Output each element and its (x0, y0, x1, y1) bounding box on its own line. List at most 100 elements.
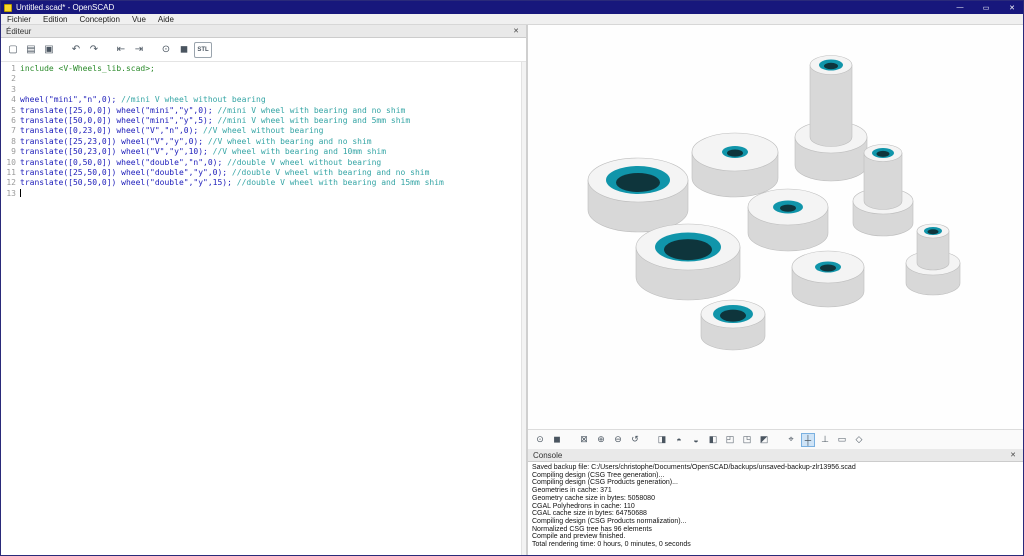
editor-toolbar: ▢▤▣ ↶↷ ⇤⇥ ⊙◼STL (1, 38, 526, 62)
diagonal-view-icon[interactable]: ◩ (757, 433, 771, 447)
line-number: 13 (1, 189, 16, 199)
code-line[interactable]: translate([25,0,0]) wheel("mini","y",0);… (20, 106, 526, 116)
maximize-button[interactable]: ▭ (975, 1, 997, 14)
code-token-comment: //double V wheel with bearing and no shi… (232, 168, 429, 177)
console-log[interactable]: Saved backup file: C:/Users/christophe/D… (528, 462, 1023, 555)
line-number: 8 (1, 137, 16, 147)
code-line[interactable]: translate([0,50,0]) wheel("double","n",0… (20, 158, 526, 168)
line-number: 11 (1, 168, 16, 178)
front-view-icon[interactable]: ◰ (723, 433, 737, 447)
zoom-out-icon[interactable]: ⊖ (611, 433, 625, 447)
left-view-icon[interactable]: ◧ (706, 433, 720, 447)
menu-edition[interactable]: Edition (37, 14, 73, 24)
code-line[interactable]: include <V-Wheels_lib.scad>; (20, 64, 526, 74)
code-line[interactable]: translate([50,23,0]) wheel("V","y",10); … (20, 147, 526, 157)
scale-markers-icon[interactable]: ⊥ (818, 433, 832, 447)
center-view-icon[interactable]: ⌖ (784, 433, 798, 447)
menu-fichier[interactable]: Fichier (1, 14, 37, 24)
indent-icon[interactable]: ⇥ (131, 42, 147, 58)
code-token-comment: //V wheel with bearing and 10mm shim (213, 147, 386, 156)
undo-icon[interactable]: ↶ (68, 42, 84, 58)
render-icon[interactable]: ◼ (176, 42, 192, 58)
console-line: Normalized CSG tree has 96 elements (532, 526, 1019, 534)
reset-view-icon[interactable]: ↺ (628, 433, 642, 447)
code-line[interactable] (20, 85, 526, 95)
open-file-icon[interactable]: ▤ (23, 42, 39, 58)
line-number: 2 (1, 74, 16, 84)
code-token-code: translate([50,0,0]) wheel("mini","y",5); (20, 116, 217, 125)
code-lines[interactable]: include <V-Wheels_lib.scad>; wheel("mini"… (20, 64, 526, 555)
view-all-icon[interactable]: ⊠ (577, 433, 591, 447)
code-line[interactable]: translate([50,0,0]) wheel("mini","y",5);… (20, 116, 526, 126)
code-token-code: translate([25,50,0]) wheel("double","y",… (20, 168, 232, 177)
code-token-code: translate([50,23,0]) wheel("V","y",10); (20, 147, 213, 156)
code-line[interactable]: translate([0,23,0]) wheel("V","n",0); //… (20, 126, 526, 136)
viewport-svg[interactable] (528, 25, 1023, 429)
console-line: Compiling design (CSG Products generatio… (532, 479, 1019, 487)
export-stl-icon[interactable]: STL (194, 42, 212, 58)
axes-icon[interactable]: ┼ (801, 433, 815, 447)
orthogonal-icon[interactable]: ▭ (835, 433, 849, 447)
zoom-in-icon[interactable]: ⊕ (594, 433, 608, 447)
line-number: 4 (1, 95, 16, 105)
editor-panel-title: Éditeur (6, 27, 31, 36)
code-line[interactable]: translate([25,23,0]) wheel("V","y",0); /… (20, 137, 526, 147)
code-token-comment: //mini V wheel without bearing (121, 95, 266, 104)
menu-conception[interactable]: Conception (73, 14, 125, 24)
console-line: Total rendering time: 0 hours, 0 minutes… (532, 541, 1019, 549)
line-number: 1 (1, 64, 16, 74)
editor-panel: Éditeur ✕ ▢▤▣↶↷⇤⇥⊙◼STL 12345678910111213… (1, 25, 528, 555)
code-token-code: translate([25,0,0]) wheel("mini","y",0); (20, 106, 217, 115)
wheel-mini-with-bearing (692, 133, 778, 197)
preview-icon[interactable]: ⊙ (158, 42, 174, 58)
menu-aide[interactable]: Aide (152, 14, 180, 24)
code-token-code: translate([0,50,0]) wheel("double","n",0… (20, 158, 227, 167)
editor-scrollbar[interactable] (521, 62, 526, 555)
viewport-3d[interactable] (528, 25, 1023, 429)
console-panel-title: Console (533, 451, 562, 460)
render-icon[interactable]: ◼ (550, 433, 564, 447)
code-token-include: include <V-Wheels_lib.scad>; (20, 64, 155, 73)
titlebar: Untitled.scad* - OpenSCAD — ▭ ✕ (1, 1, 1023, 14)
code-line[interactable] (20, 74, 526, 84)
code-line[interactable]: translate([50,50,0]) wheel("double","y",… (20, 178, 526, 188)
openscad-window: Untitled.scad* - OpenSCAD — ▭ ✕ FichierE… (0, 0, 1024, 556)
line-number: 7 (1, 126, 16, 136)
redo-icon[interactable]: ↷ (86, 42, 102, 58)
line-number: 10 (1, 158, 16, 168)
code-line[interactable]: translate([25,50,0]) wheel("double","y",… (20, 168, 526, 178)
wheel-v-with-bearing (748, 189, 828, 251)
unindent-icon[interactable]: ⇤ (113, 42, 129, 58)
minimize-button[interactable]: — (949, 1, 971, 14)
new-file-icon[interactable]: ▢ (5, 42, 21, 58)
back-view-icon[interactable]: ◳ (740, 433, 754, 447)
code-line[interactable]: wheel("mini","n",0); //mini V wheel with… (20, 95, 526, 105)
console-panel-header: Console ✕ (528, 449, 1023, 462)
console-close-icon[interactable]: ✕ (1008, 451, 1018, 459)
console-line: CGAL Polyhedrons in cache: 110 (532, 503, 1019, 511)
code-token-comment: //mini V wheel with bearing and 5mm shim (217, 116, 410, 125)
menu-vue[interactable]: Vue (126, 14, 152, 24)
bottom-view-icon[interactable]: ◒ (689, 433, 703, 447)
perspective-icon[interactable]: ◇ (852, 433, 866, 447)
main-area: Éditeur ✕ ▢▤▣↶↷⇤⇥⊙◼STL 12345678910111213… (1, 25, 1023, 555)
console-line: Geometry cache size in bytes: 5058080 (532, 495, 1019, 503)
code-token-comment: //double V wheel with bearing and 15mm s… (237, 178, 444, 187)
top-view-icon[interactable]: ◓ (672, 433, 686, 447)
wheel-double-with-bearing (792, 251, 864, 307)
right-view-icon[interactable]: ◨ (655, 433, 669, 447)
code-editor[interactable]: 12345678910111213 include <V-Wheels_lib.… (1, 62, 526, 555)
line-number: 5 (1, 106, 16, 116)
preview-icon[interactable]: ⊙ (533, 433, 547, 447)
line-number: 6 (1, 116, 16, 126)
console-line: Saved backup file: C:/Users/christophe/D… (532, 464, 1019, 472)
wheel-double-with-shim (906, 224, 960, 295)
editor-close-icon[interactable]: ✕ (511, 27, 521, 35)
view-toolbar: ⊙◼ ⊠⊕⊖↺ ◨◓◒◧◰◳◩ ⌖┼⊥▭◇ (528, 429, 1023, 449)
line-number-gutter: 12345678910111213 (1, 64, 20, 555)
close-button[interactable]: ✕ (1001, 1, 1023, 14)
code-token-comment: //double V wheel without bearing (227, 158, 381, 167)
code-token-code: translate([25,23,0]) wheel("V","y",0); (20, 137, 208, 146)
save-icon[interactable]: ▣ (41, 42, 57, 58)
code-line[interactable] (20, 189, 526, 199)
